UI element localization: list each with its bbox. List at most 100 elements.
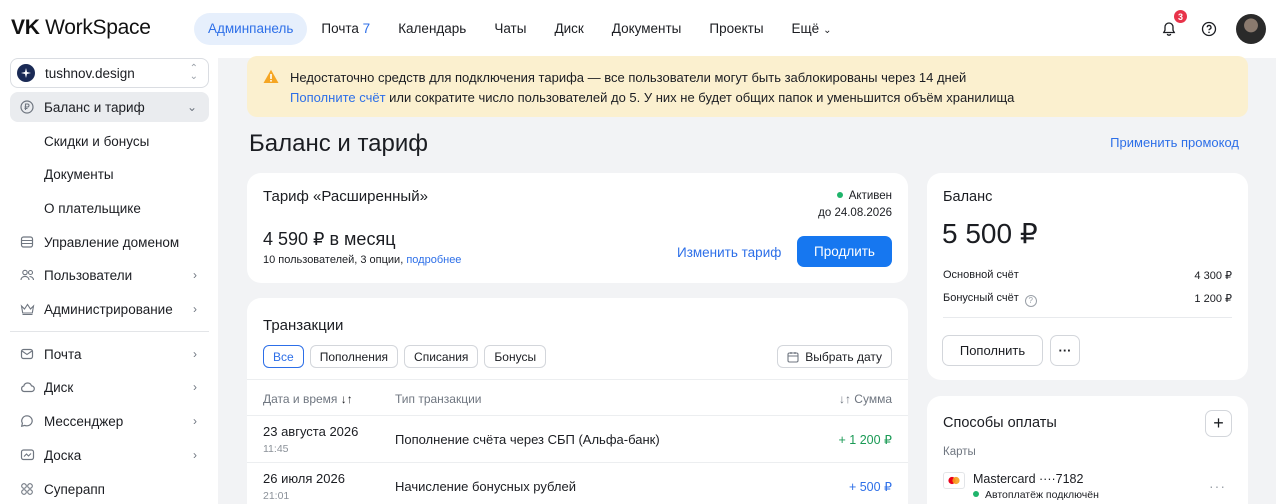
notification-badge: 3 — [1173, 9, 1188, 24]
users-icon — [19, 267, 35, 283]
ruble-icon — [19, 99, 35, 115]
apply-promo-link[interactable]: Применить промокод — [1110, 135, 1239, 150]
card-more-icon[interactable]: ··· — [1209, 478, 1226, 494]
chevron-right-icon: › — [193, 414, 197, 428]
sidebar-divider — [10, 331, 209, 332]
mail-count: 7 — [362, 21, 371, 36]
main-account-row: Основной счёт 4 300 ₽ — [943, 269, 1232, 282]
nav-item-mail[interactable]: Почта 7 — [307, 13, 384, 45]
column-sum[interactable]: ↓↑ Сумма — [839, 392, 892, 406]
cards-label: Карты — [943, 446, 976, 458]
amount-value: + 500 ₽ — [848, 480, 892, 494]
app-logo[interactable]: VK WorkSpace — [11, 16, 151, 40]
nav-item-calendar[interactable]: Календарь — [384, 13, 480, 45]
more-button[interactable]: ··· — [1050, 335, 1080, 366]
topup-link[interactable]: Пополните счёт — [290, 90, 386, 105]
nav-item-disk[interactable]: Диск — [540, 13, 597, 45]
sidebar-item-disk[interactable]: Диск › — [10, 372, 209, 402]
chevron-right-icon: › — [193, 448, 197, 462]
sort-icon: ↓↑ — [340, 392, 353, 406]
sort-icon: ↓↑ — [838, 392, 851, 406]
filter-all[interactable]: Все — [263, 345, 304, 368]
page-title: Баланс и тариф — [249, 130, 429, 157]
board-icon — [19, 447, 35, 463]
transactions-card: Транзакции Все Пополнения Списания Бонус… — [247, 298, 908, 504]
bell-icon — [1162, 22, 1176, 36]
sidebar-item-board[interactable]: Доска › — [10, 440, 209, 470]
filter-bonuses[interactable]: Бонусы — [484, 345, 547, 368]
bonus-account-row: Бонусный счёт? 1 200 ₽ — [943, 292, 1232, 307]
selector-icon: ⌃ ⌄ — [189, 63, 198, 82]
help-icon — [1201, 21, 1217, 37]
tariff-card: Тариф «Расширенный» Активен до 24.08.202… — [247, 173, 908, 283]
apps-icon — [19, 481, 35, 497]
bell-button[interactable]: 3 — [1156, 9, 1188, 45]
filter-charges[interactable]: Списания — [404, 345, 479, 368]
tariff-price: 4 590 ₽ в месяц — [263, 229, 396, 249]
column-date[interactable]: Дата и время ↓↑ — [263, 392, 353, 406]
chevron-right-icon: › — [193, 302, 197, 316]
card-name: Mastercard ····7182 — [973, 472, 1084, 486]
sidebar-item-admin[interactable]: Администрирование › — [10, 294, 209, 324]
add-payment-button[interactable]: + — [1205, 410, 1232, 437]
amount-value: + 1 200 ₽ — [838, 433, 892, 447]
extend-button[interactable]: Продлить — [797, 236, 892, 267]
help-button[interactable] — [1196, 13, 1222, 45]
chevron-down-icon: ⌄ — [186, 100, 197, 114]
sidebar-item-messenger[interactable]: Мессенджер › — [10, 406, 209, 436]
table-header: Дата и время ↓↑ Тип транзакции ↓↑ Сумма — [247, 379, 908, 416]
sidebar-item-payer[interactable]: О плательщике — [10, 193, 209, 223]
nav-item-projects[interactable]: Проекты — [695, 13, 777, 45]
domain-icon — [19, 234, 35, 250]
cloud-icon — [19, 379, 35, 395]
transactions-title: Транзакции — [263, 317, 344, 334]
sidebar-item-superapp[interactable]: Суперапп — [10, 474, 209, 504]
plus-icon: + — [1213, 413, 1224, 433]
autopay-status: Автоплатёж подключён — [973, 489, 1099, 501]
select-date-button[interactable]: Выбрать дату — [777, 345, 892, 368]
info-icon[interactable]: ? — [1024, 294, 1037, 307]
nav-item-chats[interactable]: Чаты — [480, 13, 540, 45]
chevron-right-icon: › — [193, 268, 197, 282]
org-selector[interactable]: tushnov.design ⌃ ⌄ — [10, 58, 209, 88]
chat-icon — [19, 413, 35, 429]
avatar[interactable] — [1236, 14, 1266, 44]
more-icon: ··· — [1058, 343, 1072, 358]
sidebar: tushnov.design ⌃ ⌄ Баланс и тариф ⌄ Скидк… — [0, 58, 218, 504]
table-row[interactable]: 23 августа 2026 11:45 Пополнение счёта ч… — [247, 416, 908, 463]
sidebar-item-discounts[interactable]: Скидки и бонусы — [10, 126, 209, 156]
details-link[interactable]: подробнее — [406, 254, 461, 266]
chevron-right-icon: › — [193, 380, 197, 394]
mastercard-icon — [943, 472, 965, 489]
org-name: tushnov.design — [45, 65, 135, 81]
topup-button[interactable]: Пополнить — [942, 335, 1043, 366]
chevron-right-icon: › — [193, 347, 197, 361]
tariff-meta: 10 пользователей, 3 опции, подробнее — [263, 254, 462, 266]
nav-item-documents[interactable]: Документы — [598, 13, 696, 45]
tariff-title: Тариф «Расширенный» — [263, 188, 428, 205]
warning-icon — [263, 69, 279, 83]
nav-item-admin[interactable]: Админпанель — [194, 13, 308, 45]
sidebar-item-documents[interactable]: Документы — [10, 159, 209, 189]
payment-methods-title: Способы оплаты — [943, 415, 1057, 431]
chevron-down-icon: ⌄ — [823, 25, 832, 36]
nav-item-more[interactable]: Ещё ⌄ — [778, 13, 846, 45]
filter-topups[interactable]: Пополнения — [309, 345, 399, 368]
calendar-icon — [787, 351, 799, 363]
balance-title: Баланс — [943, 189, 993, 205]
payment-methods-card: Способы оплаты + Карты Mastercard ····71… — [927, 396, 1248, 504]
transaction-filters: Все Пополнения Списания Бонусы — [263, 345, 547, 368]
balance-amount: 5 500 ₽ — [942, 218, 1038, 249]
mail-icon — [19, 346, 35, 362]
sidebar-item-mail[interactable]: Почта › — [10, 339, 209, 369]
sidebar-item-domain[interactable]: Управление доменом — [10, 227, 209, 257]
alert-banner: Недостаточно средств для подключения тар… — [247, 56, 1248, 117]
tariff-until: до 24.08.2026 — [818, 207, 892, 219]
change-tariff-button[interactable]: Изменить тариф — [677, 245, 781, 260]
table-row[interactable]: 26 июля 2026 21:01 Начисление бонусных р… — [247, 463, 908, 504]
sidebar-item-users[interactable]: Пользователи › — [10, 260, 209, 290]
sidebar-item-balance[interactable]: Баланс и тариф ⌄ — [10, 92, 209, 122]
balance-card: Баланс 5 500 ₽ Основной счёт 4 300 ₽ Бону… — [927, 173, 1248, 380]
alert-message: Недостаточно средств для подключения тар… — [290, 70, 967, 85]
column-type: Тип транзакции — [395, 392, 482, 406]
